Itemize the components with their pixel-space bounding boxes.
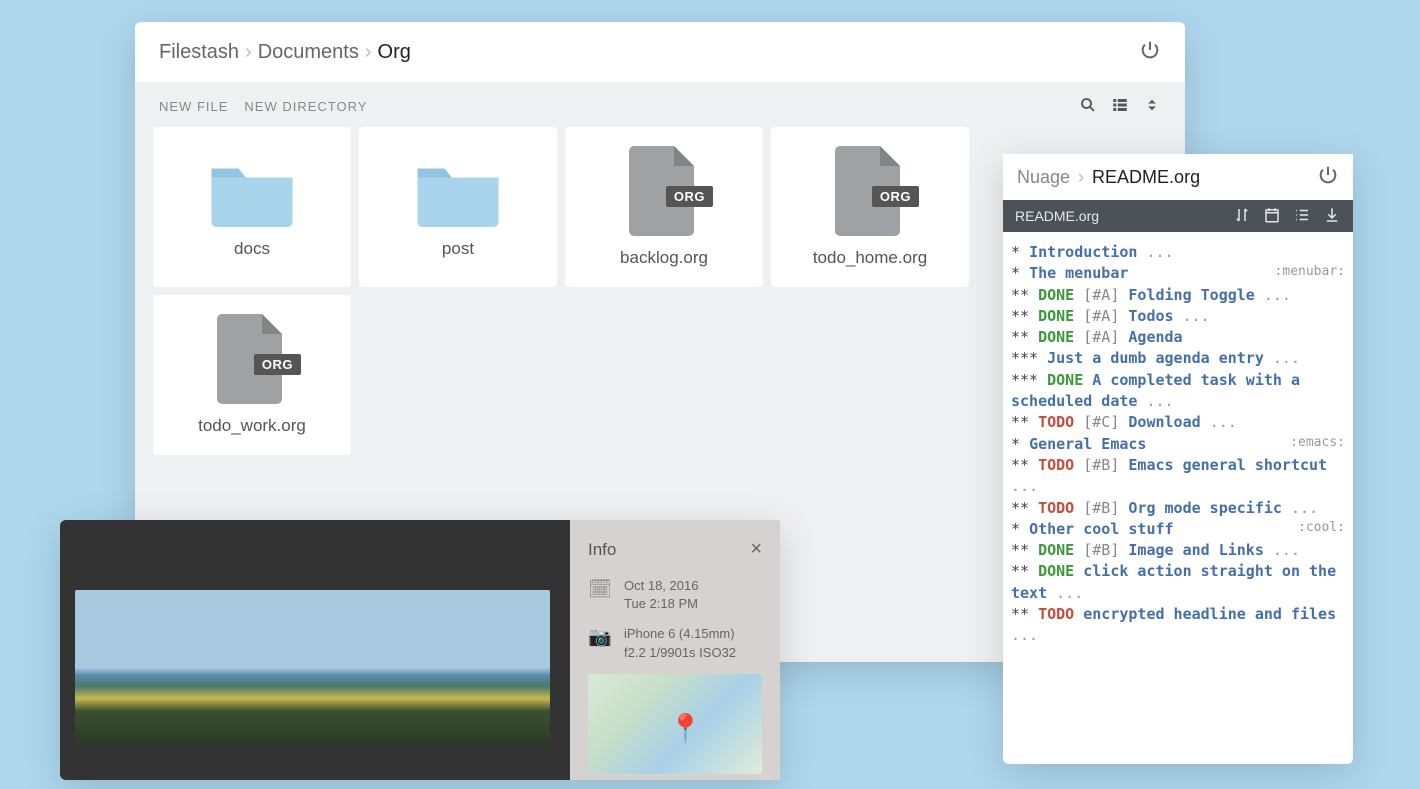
file-tile[interactable]: ORGtodo_work.org bbox=[153, 295, 351, 455]
photo-image[interactable] bbox=[75, 590, 550, 745]
org-headline[interactable]: * Other cool stuff:cool: bbox=[1011, 519, 1345, 540]
tile-label: docs bbox=[234, 239, 270, 259]
org-headline[interactable]: ** DONE [#A] Folding Toggle ... bbox=[1011, 285, 1345, 306]
editor-content[interactable]: * Introduction ...* The menubar:menubar:… bbox=[1003, 232, 1353, 657]
file-tile[interactable]: ORGtodo_home.org bbox=[771, 127, 969, 287]
breadcrumb: Filestash › Documents › Org bbox=[159, 41, 411, 64]
chevron-right-icon: › bbox=[1078, 167, 1084, 188]
photo-exposure: f2.2 1/9901s ISO32 bbox=[624, 644, 736, 662]
editor-window: Nuage › README.org README.org * Introduc… bbox=[1003, 154, 1353, 764]
org-headline[interactable]: ** DONE [#B] Image and Links ... bbox=[1011, 540, 1345, 561]
breadcrumb-item[interactable]: Documents bbox=[258, 41, 359, 64]
calendar-icon[interactable] bbox=[1263, 206, 1281, 227]
folder-tile[interactable]: docs bbox=[153, 127, 351, 287]
editor-tab[interactable]: README.org bbox=[1015, 208, 1099, 224]
org-headline[interactable]: *** DONE A completed task with a schedul… bbox=[1011, 370, 1345, 413]
org-headline[interactable]: * The menubar:menubar: bbox=[1011, 263, 1345, 284]
calendar-icon: 🗓 bbox=[588, 577, 612, 613]
breadcrumb-current: Org bbox=[378, 41, 411, 64]
file-browser-header: Filestash › Documents › Org bbox=[135, 22, 1185, 82]
new-file-button[interactable]: NEW FILE bbox=[159, 99, 228, 114]
search-icon[interactable] bbox=[1079, 96, 1097, 117]
org-headline[interactable]: ** DONE [#A] Todos ... bbox=[1011, 306, 1345, 327]
file-tile[interactable]: ORGbacklog.org bbox=[565, 127, 763, 287]
breadcrumb-item[interactable]: Filestash bbox=[159, 41, 239, 64]
photo-date: Oct 18, 2016 bbox=[624, 577, 698, 595]
photo-viewer-window: Info × 🗓 Oct 18, 2016 Tue 2:18 PM 📷 iPho… bbox=[60, 520, 780, 780]
org-headline[interactable]: ** TODO [#B] Emacs general shortcut ... bbox=[1011, 455, 1345, 498]
editor-header: Nuage › README.org bbox=[1003, 154, 1353, 200]
list-icon[interactable] bbox=[1293, 206, 1311, 227]
tile-label: todo_home.org bbox=[813, 248, 927, 268]
power-icon[interactable] bbox=[1317, 164, 1339, 191]
org-headline[interactable]: ** TODO [#C] Download ... bbox=[1011, 412, 1345, 433]
breadcrumb-current: README.org bbox=[1092, 167, 1200, 188]
org-headline[interactable]: ** DONE click action straight on the tex… bbox=[1011, 561, 1345, 604]
org-headline[interactable]: ** DONE [#A] Agenda bbox=[1011, 327, 1345, 348]
org-headline[interactable]: ** TODO encrypted headline and files ... bbox=[1011, 604, 1345, 647]
map-pin-icon: 📍 bbox=[668, 712, 703, 745]
download-icon[interactable] bbox=[1323, 206, 1341, 227]
photo-info-panel: Info × 🗓 Oct 18, 2016 Tue 2:18 PM 📷 iPho… bbox=[570, 520, 780, 780]
org-headline[interactable]: *** Just a dumb agenda entry ... bbox=[1011, 348, 1345, 369]
camera-icon: 📷 bbox=[588, 625, 612, 661]
chevron-right-icon: › bbox=[365, 41, 372, 64]
photo-time: Tue 2:18 PM bbox=[624, 595, 698, 613]
photo-camera: iPhone 6 (4.15mm) bbox=[624, 625, 736, 643]
list-view-icon[interactable] bbox=[1111, 96, 1129, 117]
file-browser-toolbar: NEW FILE NEW DIRECTORY bbox=[135, 82, 1185, 127]
editor-tabbar: README.org bbox=[1003, 200, 1353, 232]
folder-tile[interactable]: post bbox=[359, 127, 557, 287]
power-icon[interactable] bbox=[1139, 39, 1161, 66]
sort-icon[interactable] bbox=[1143, 96, 1161, 117]
org-headline[interactable]: * General Emacs:emacs: bbox=[1011, 434, 1345, 455]
breadcrumb-item[interactable]: Nuage bbox=[1017, 167, 1070, 188]
sort-icon[interactable] bbox=[1233, 206, 1251, 227]
tile-label: post bbox=[442, 239, 474, 259]
close-icon[interactable]: × bbox=[750, 538, 762, 561]
chevron-right-icon: › bbox=[245, 41, 252, 64]
tile-label: backlog.org bbox=[620, 248, 708, 268]
info-panel-title: Info bbox=[588, 540, 616, 560]
org-headline[interactable]: * Introduction ... bbox=[1011, 242, 1345, 263]
tile-label: todo_work.org bbox=[198, 416, 306, 436]
photo-map[interactable]: 📍 bbox=[588, 674, 762, 774]
org-headline[interactable]: ** TODO [#B] Org mode specific ... bbox=[1011, 498, 1345, 519]
new-directory-button[interactable]: NEW DIRECTORY bbox=[244, 99, 367, 114]
